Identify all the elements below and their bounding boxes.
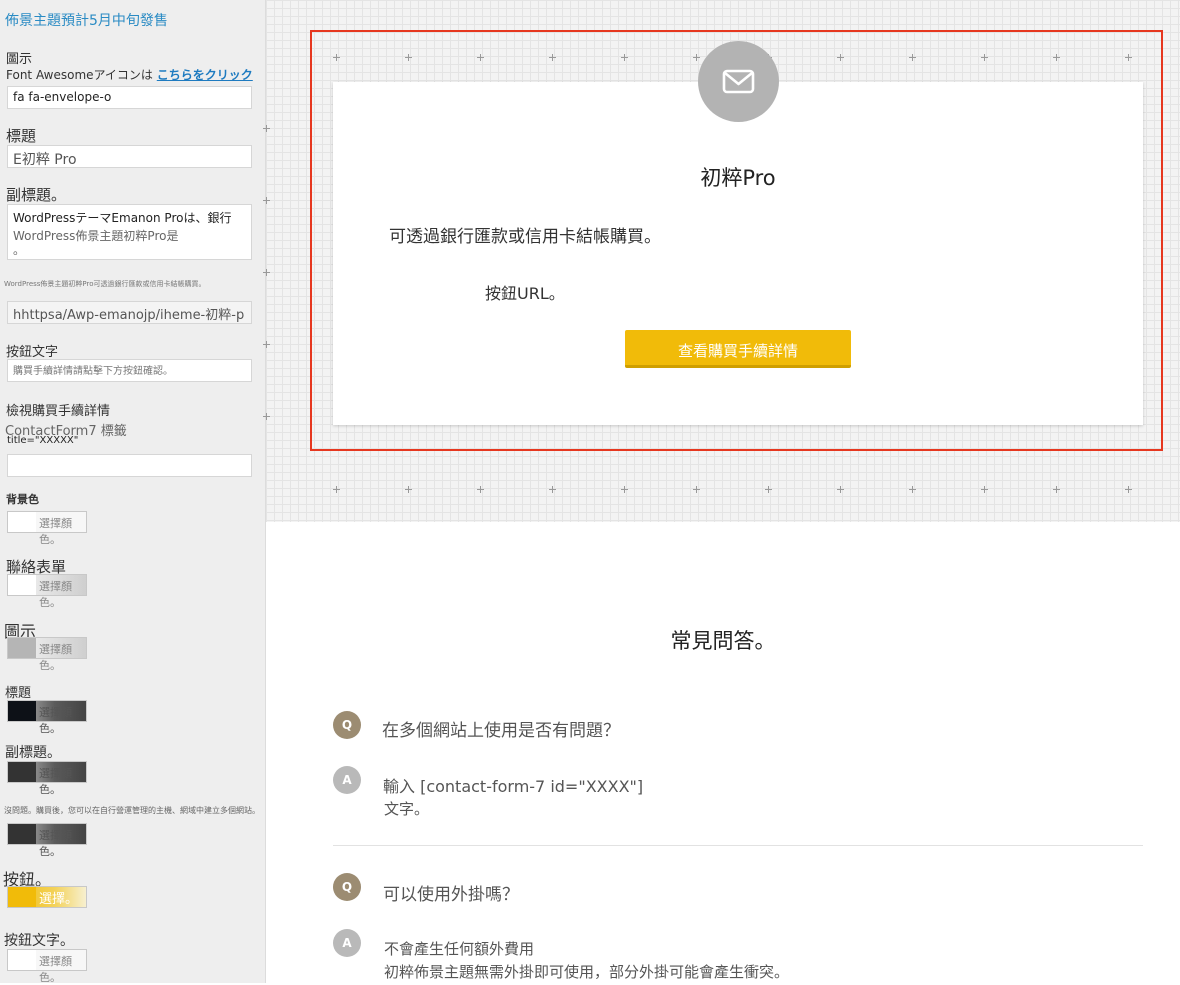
faq-answer-2-line-2: 初粹佈景主題無需外掛即可使用，部分外掛可能會產生衝突。 bbox=[384, 963, 790, 981]
grid-cross-marker bbox=[693, 486, 700, 493]
subtitle-color-label: 副標題。 bbox=[5, 745, 61, 761]
contact-form-color-chip bbox=[8, 575, 36, 595]
grid-cross-marker bbox=[405, 486, 412, 493]
faq-answer-2-line-1: 不會產生任何額外費用 bbox=[384, 940, 535, 958]
title-color-label: 標題 bbox=[5, 686, 32, 701]
settings-sidebar: 佈景主題預計5月中旬發售 圖示 Font Awesomeアイコンは こちらをクリ… bbox=[0, 0, 266, 984]
button-color-picker-text: 選擇。 bbox=[39, 892, 79, 907]
faq-preview-note: 沒問題。購買後，您可以在自行營運管理的主機、網域中建立多個網站。 bbox=[4, 806, 260, 815]
card-title: 初粹Pro bbox=[700, 166, 776, 190]
envelope-icon bbox=[698, 41, 779, 122]
font-awesome-link[interactable]: こちらをクリック bbox=[157, 68, 253, 82]
pricing-card: 初粹Pro 可透過銀行匯款或信用卡結帳購買。 按鈕URL。 查看購買手續詳情 bbox=[333, 82, 1143, 425]
button-color-picker[interactable]: 選擇。 bbox=[7, 886, 87, 908]
grid-cross-marker bbox=[1053, 486, 1060, 493]
icon-color-picker-text: 選擇顏色。 bbox=[39, 643, 72, 672]
faq-divider bbox=[333, 845, 1143, 846]
subtitle-color-picker[interactable]: 選擇顏色。 bbox=[7, 761, 87, 796]
card-url-label: 按鈕URL。 bbox=[485, 284, 565, 303]
subtitle-color-picker-text: 選擇顏色。 bbox=[39, 767, 72, 796]
grid-cross-marker bbox=[263, 413, 270, 420]
title-color-picker-text: 選擇顏色。 bbox=[39, 706, 72, 735]
title-field-label: 標題 bbox=[6, 127, 37, 145]
subtitle-preview-note: WordPress佈景主題初粹Pro可透過銀行匯款或信用卡結帳購買。 bbox=[4, 280, 206, 288]
contact-form-color-picker-text: 選擇顏色。 bbox=[39, 580, 72, 609]
bg-color-label: 背景色 bbox=[6, 493, 39, 506]
faq-question-1: 在多個網站上使用是否有問題？ bbox=[382, 721, 620, 741]
grid-cross-marker bbox=[263, 197, 270, 204]
grid-cross-marker bbox=[765, 486, 772, 493]
subtitle-line-1: WordPressテーマEmanon Proは、銀行 bbox=[13, 211, 232, 225]
faq-color-picker[interactable]: 選擇顏色。 bbox=[7, 823, 87, 858]
faq-color-chip bbox=[8, 824, 36, 844]
contactform-title-hint: title="XXXXX" bbox=[7, 435, 79, 446]
bg-color-chip bbox=[8, 512, 36, 532]
faq-question-2: 可以使用外掛嗎？ bbox=[383, 885, 519, 905]
faq-title: 常見問答。 bbox=[670, 629, 776, 653]
release-notice: 佈景主題預計5月中旬發售 bbox=[5, 13, 168, 29]
grid-cross-marker bbox=[333, 486, 340, 493]
grid-cross-marker bbox=[549, 486, 556, 493]
button-text-field-label: 按鈕文字 bbox=[6, 345, 59, 360]
button-text-input[interactable]: 購買手續詳情請點擊下方按鈕確認。 bbox=[7, 359, 252, 382]
icon-color-chip bbox=[8, 638, 36, 658]
bg-color-picker-text: 選擇顏色。 bbox=[39, 517, 72, 546]
contact-form-color-picker[interactable]: 選擇顏色。 bbox=[7, 574, 87, 609]
faq-a-badge-2: A bbox=[333, 929, 361, 957]
faq-color-picker-text: 選擇顏色。 bbox=[39, 829, 72, 858]
card-subtitle: 可透過銀行匯款或信用卡結帳購買。 bbox=[389, 227, 661, 247]
button-text-color-chip bbox=[8, 950, 36, 970]
button-text-color-picker[interactable]: 選擇顏色。 bbox=[7, 949, 87, 984]
grid-cross-marker bbox=[263, 341, 270, 348]
envelope-icon-glyph bbox=[722, 69, 755, 94]
icon-class-input[interactable]: fa fa-envelope-o bbox=[7, 86, 252, 109]
button-text-color-picker-text: 選擇顏色。 bbox=[39, 955, 72, 984]
grid-cross-marker bbox=[837, 486, 844, 493]
title-input[interactable]: E初粹 Pro bbox=[7, 145, 252, 168]
grid-cross-marker bbox=[1125, 486, 1132, 493]
icon-hint: Font Awesomeアイコンは こちらをクリック bbox=[6, 66, 253, 83]
grid-cross-marker bbox=[263, 269, 270, 276]
bg-color-picker[interactable]: 選擇顏色。 bbox=[7, 511, 87, 546]
grid-cross-marker bbox=[621, 486, 628, 493]
faq-answer-1-line-2: 文字。 bbox=[384, 800, 430, 818]
faq-q-badge-2: Q bbox=[333, 873, 361, 901]
contactform-tag-input[interactable] bbox=[7, 454, 252, 477]
preview-area: 初粹Pro 可透過銀行匯款或信用卡結帳購買。 按鈕URL。 查看購買手續詳情 bbox=[263, 0, 1180, 522]
view-details-label: 檢視購買手續詳情 bbox=[6, 404, 111, 419]
button-color-chip bbox=[8, 887, 36, 907]
subtitle-textarea[interactable]: WordPressテーマEmanon Proは、銀行 WordPress佈景主題… bbox=[7, 204, 252, 260]
grid-cross-marker bbox=[981, 486, 988, 493]
icon-hint-text: Font Awesomeアイコンは bbox=[6, 68, 153, 82]
subtitle-field-label: 副標題。 bbox=[6, 186, 67, 204]
url-input[interactable]: hhttpsa/Awp-emanojp/iheme-初粹-p bbox=[7, 301, 252, 324]
icon-field-label: 圖示 bbox=[6, 52, 33, 67]
subtitle-color-chip bbox=[8, 762, 36, 782]
button-text-color-label: 按鈕文字。 bbox=[4, 933, 74, 949]
title-color-chip bbox=[8, 701, 36, 721]
view-details-button[interactable]: 查看購買手續詳情 bbox=[625, 330, 851, 368]
faq-a-badge-1: A bbox=[333, 766, 361, 794]
faq-q-badge-1: Q bbox=[333, 711, 361, 739]
icon-color-picker[interactable]: 選擇顏色。 bbox=[7, 637, 87, 672]
grid-cross-marker bbox=[263, 125, 270, 132]
title-color-picker[interactable]: 選擇顏色。 bbox=[7, 700, 87, 735]
grid-cross-marker bbox=[477, 486, 484, 493]
grid-cross-marker bbox=[909, 486, 916, 493]
faq-answer-1-line-1: 輸入 [contact-form-7 id="XXXX"] bbox=[383, 777, 644, 796]
